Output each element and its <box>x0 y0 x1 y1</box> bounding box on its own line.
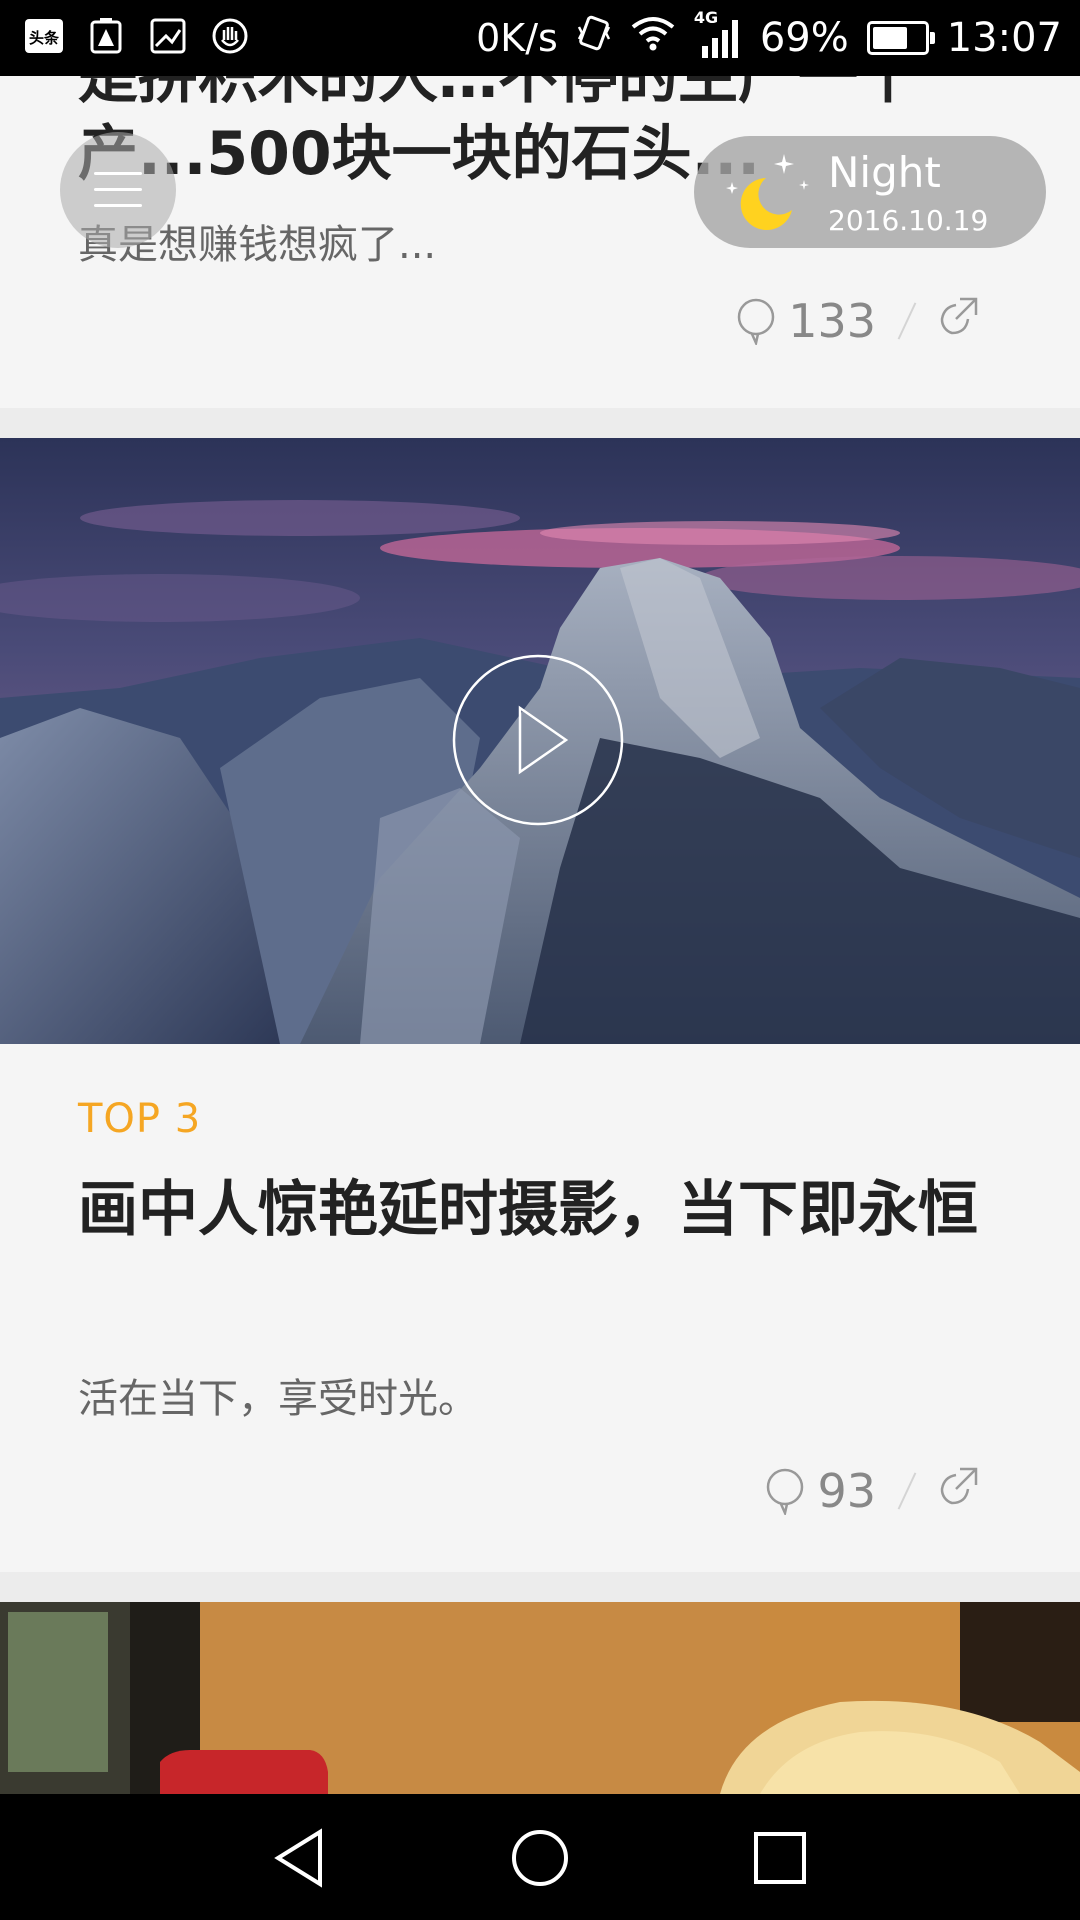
share-icon <box>940 297 978 335</box>
back-button[interactable] <box>272 1828 328 1892</box>
article-title: 产...500块一块的石头... <box>78 119 761 189</box>
comment-button[interactable]: 133 <box>736 294 876 348</box>
comment-button[interactable]: 93 <box>765 1464 876 1518</box>
comment-count: 133 <box>788 294 876 348</box>
navigation-bar <box>0 1794 1080 1920</box>
play-button[interactable] <box>452 654 624 826</box>
status-bar: 头条 0K/s 4G 69% 13:07 <box>0 0 1080 76</box>
menu-button[interactable] <box>60 132 176 248</box>
home-button[interactable] <box>510 1828 570 1892</box>
article-photo <box>0 1602 1080 1794</box>
share-icon <box>940 1467 978 1505</box>
share-button[interactable] <box>938 294 980 348</box>
clock: 13:07 <box>946 15 1062 61</box>
comment-bubble-icon <box>737 298 775 345</box>
recents-square-icon <box>754 1832 806 1884</box>
night-mode-toggle[interactable]: Night 2016.10.19 <box>694 136 1046 248</box>
battery-icon <box>866 21 935 55</box>
share-button[interactable] <box>938 1464 980 1518</box>
recents-button[interactable] <box>752 1830 808 1890</box>
back-triangle-icon <box>274 1828 322 1888</box>
wifi-icon <box>630 13 676 63</box>
net-speed: 0K/s <box>476 16 558 60</box>
rank-tag: TOP 3 <box>78 1096 202 1142</box>
battery-percent: 69% <box>759 15 849 61</box>
video-thumbnail[interactable] <box>0 438 1080 1044</box>
card-separator <box>0 408 1080 438</box>
vibrate-icon <box>576 13 612 63</box>
article-subtitle: 活在当下，享受时光。 <box>78 1376 478 1422</box>
moon-icon <box>726 154 809 230</box>
article-meta: 93 <box>765 1464 980 1518</box>
hand-icon <box>210 16 250 56</box>
article-image[interactable] <box>0 1602 1080 1794</box>
toutiao-icon: 头条 <box>24 16 64 56</box>
image-icon <box>148 16 188 56</box>
comment-bubble-icon <box>767 1468 804 1515</box>
card-separator <box>0 1572 1080 1602</box>
comment-count: 93 <box>817 1464 876 1518</box>
battery-alert-icon <box>86 16 126 56</box>
night-date: 2016.10.19 <box>828 204 989 237</box>
article-card[interactable]: TOP 3 画中人惊艳延时摄影，当下即永恒 活在当下，享受时光。 93 <box>0 1044 1080 1572</box>
signal-icon: 4G <box>694 8 742 60</box>
article-title-overflow: 是拼积木的人…不停的生产一个 <box>78 76 1000 104</box>
divider <box>897 1472 917 1510</box>
article-meta: 133 <box>736 294 980 348</box>
night-label: Night <box>828 148 941 197</box>
home-circle-icon <box>512 1830 568 1886</box>
article-title: 画中人惊艳延时摄影，当下即永恒 <box>78 1175 978 1245</box>
svg-text:头条: 头条 <box>29 29 60 47</box>
divider <box>897 302 917 340</box>
play-icon <box>452 654 624 826</box>
